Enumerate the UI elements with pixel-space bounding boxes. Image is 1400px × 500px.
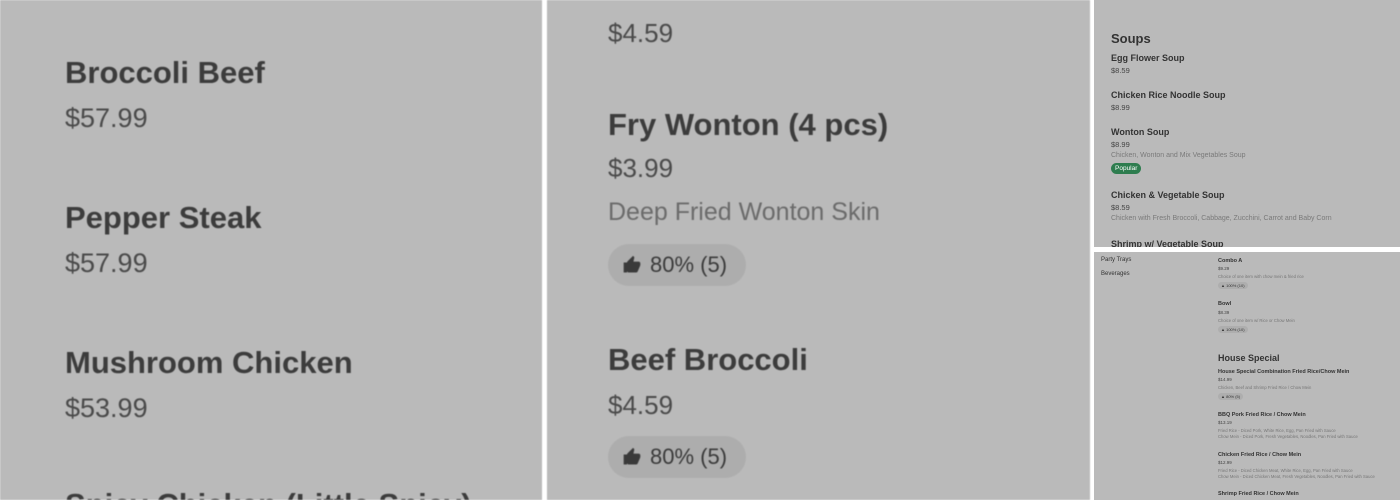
category-nav-item[interactable]: Beverages [1101, 271, 1130, 277]
rating-text: 100% (10) [1226, 283, 1245, 288]
menu-item[interactable]: Spicy Chicken (Little Spicy) [65, 487, 472, 500]
menu-item[interactable]: Broccoli Beef $57.99 [65, 55, 265, 134]
rating-badge[interactable]: ▲ 80% (5) [1218, 393, 1244, 400]
item-price: $14.99 [1218, 377, 1232, 382]
item-price: $57.99 [65, 248, 148, 278]
menu-panel-soups: Soups Egg Flower Soup $8.59 Chicken Rice… [1094, 0, 1400, 247]
item-name[interactable]: Shrimp Fried Rice / Chow Mein [1218, 491, 1299, 497]
rating-badge[interactable]: ▲ 100% (10) [1218, 282, 1248, 289]
section-title: House Special [1218, 353, 1280, 363]
rating-text: 80% (5) [650, 444, 728, 469]
rating-text: 80% (5) [1226, 394, 1241, 399]
popular-badge: Popular [1111, 163, 1142, 174]
item-name: Broccoli Beef [65, 55, 265, 90]
rating-badge[interactable]: 80% (5) [608, 244, 746, 286]
rating-badge[interactable]: 80% (5) [608, 436, 746, 478]
item-description: Chicken, Wonton and Mix Vegetables Soup [1111, 152, 1246, 159]
item-name[interactable]: Beef Broccoli [608, 342, 808, 378]
section-title: Soups [1111, 31, 1151, 46]
rating-badge[interactable]: ▲ 100% (10) [1218, 326, 1248, 333]
item-price: $3.99 [608, 153, 674, 183]
rating-text: 100% (10) [1226, 327, 1245, 332]
item-description: Deep Fried Wonton Skin [608, 198, 880, 226]
item-price: $57.99 [65, 103, 148, 133]
item-price: $12.99 [1218, 460, 1232, 465]
item-price: $8.99 [1111, 140, 1130, 149]
item-name[interactable]: Chicken Rice Noodle Soup [1111, 90, 1226, 100]
thumbs-up-icon [623, 447, 641, 465]
thumbs-up-icon: ▲ [1221, 283, 1225, 288]
thumbs-up-icon [623, 255, 641, 273]
item-description: Fried Rice - Diced Chicken Meat, White R… [1218, 468, 1353, 473]
item-name[interactable]: Fry Wonton (4 pcs) [608, 107, 888, 143]
item-name[interactable]: Wonton Soup [1111, 127, 1169, 137]
item-description: Choice of one item with chow mein & frie… [1218, 274, 1304, 279]
rating-text: 80% (5) [650, 252, 728, 277]
category-nav-item[interactable]: Party Trays [1101, 257, 1131, 263]
item-price: $13.19 [1218, 420, 1232, 425]
item-name[interactable]: Bowl [1218, 301, 1231, 307]
item-description: Chicken, Beef and Shrimp Fried Rice / Ch… [1218, 385, 1312, 390]
menu-panel-house-special: Party Trays Beverages Combo A $9.29 Choi… [1094, 252, 1400, 500]
menu-item[interactable]: Mushroom Chicken $53.99 [65, 345, 353, 424]
menu-item[interactable]: Pepper Steak $57.99 [65, 200, 261, 279]
thumbs-up-icon: ▲ [1221, 394, 1225, 399]
menu-panel-zoom-1: Broccoli Beef $57.99 Pepper Steak $57.99… [0, 0, 542, 500]
item-name[interactable]: BBQ Pork Fried Rice / Chow Mein [1218, 412, 1306, 418]
item-price: $8.59 [1111, 66, 1130, 75]
item-name[interactable]: House Special Combination Fried Rice/Cho… [1218, 369, 1349, 375]
item-name[interactable]: Egg Flower Soup [1111, 53, 1185, 63]
item-name: Spicy Chicken (Little Spicy) [65, 487, 472, 500]
item-description: Chow Mein - Diced Pork, Fresh Vegetables… [1218, 434, 1358, 439]
item-name[interactable]: Shrimp w/ Vegetable Soup [1111, 239, 1224, 247]
item-price: $8.99 [1111, 103, 1130, 112]
item-price: $4.59 [608, 18, 674, 48]
item-name: Pepper Steak [65, 200, 262, 235]
item-price: $4.59 [608, 390, 674, 420]
item-name: Mushroom Chicken [65, 345, 353, 380]
item-description: Fried Rice - Diced Pork, White Rice, Egg… [1218, 428, 1336, 433]
item-description: Choice of one item w/ Rice or Chow Mein [1218, 318, 1295, 323]
item-name[interactable]: Combo A [1218, 258, 1242, 264]
item-price: $53.99 [65, 393, 148, 423]
thumbs-up-icon: ▲ [1221, 327, 1225, 332]
item-price: $8.59 [1111, 203, 1130, 212]
item-price: $9.29 [1218, 266, 1230, 271]
item-description: Chow Mein - Diced Chicken Meat, Fresh Ve… [1218, 474, 1375, 479]
menu-panel-zoom-2: $4.59 Fry Wonton (4 pcs) $3.99 Deep Frie… [547, 0, 1090, 500]
item-name[interactable]: Chicken & Vegetable Soup [1111, 190, 1225, 200]
item-price: $8.39 [1218, 310, 1230, 315]
item-description: Chicken with Fresh Broccoli, Cabbage, Zu… [1111, 215, 1332, 222]
item-name[interactable]: Chicken Fried Rice / Chow Mein [1218, 452, 1301, 458]
